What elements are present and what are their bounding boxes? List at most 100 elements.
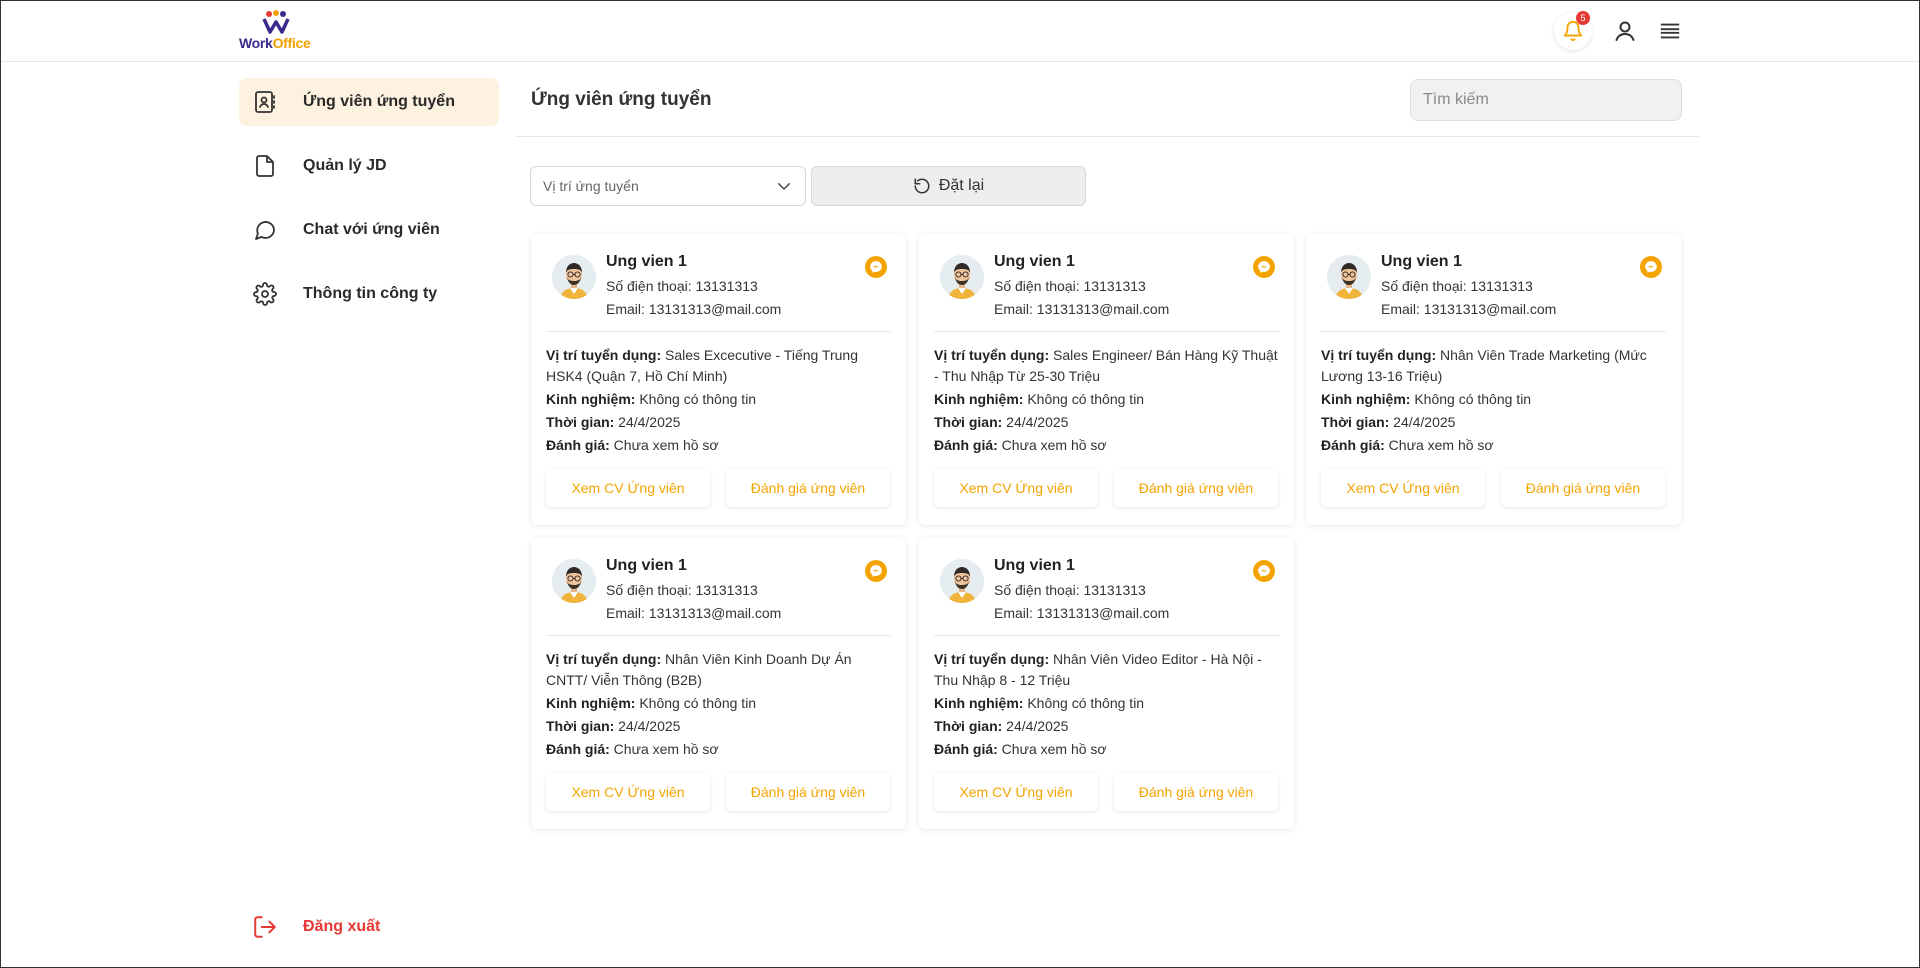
logo-mark-icon [262,10,290,34]
rate-candidate-button[interactable]: Đánh giá ứng viên [726,469,890,507]
chevron-down-icon [778,183,790,191]
candidate-phone-value: 13131313 [695,278,758,294]
notification-button[interactable]: 5 [1554,11,1592,50]
reset-label: Đặt lại [938,177,985,194]
sidebar-item-chat[interactable]: Chat với ứng viên [239,206,499,254]
person-avatar-icon [552,559,596,603]
time-row: Thời gian: 24/4/2025 [546,412,891,433]
phone-label: Số điện thoại: [1381,278,1467,294]
candidate-experience-value: Không có thông tin [639,391,757,407]
position-select-value: Vị trí ứng tuyển [543,178,639,194]
rating-label: Đánh giá: [546,437,610,453]
view-cv-button[interactable]: Xem CV Ứng viên [1321,469,1485,507]
candidate-email-value: 13131313@mail.com [648,301,782,317]
sidebar-item-label: Quản lý JD [303,157,387,174]
position-select[interactable]: Vị trí ứng tuyển [530,166,806,206]
rate-candidate-button[interactable]: Đánh giá ứng viên [1501,469,1665,507]
sidebar-item-applicants[interactable]: Ứng viên ứng tuyển [239,78,499,126]
experience-row: Kinh nghiệm: Không có thông tin [934,693,1279,714]
position-row: Vị trí tuyển dụng: Nhân Viên Kinh Doanh … [546,649,891,691]
messenger-button[interactable] [1253,256,1275,278]
candidate-time-value: 24/4/2025 [1006,414,1069,430]
rate-candidate-button[interactable]: Đánh giá ứng viên [726,773,890,811]
user-button[interactable] [1606,12,1644,50]
email-label: Email: [1381,301,1420,317]
phone-label: Số điện thoại: [994,278,1080,294]
sidebar-item-jd[interactable]: Quản lý JD [239,142,499,190]
candidate-name: Ung vien 1 [994,253,1075,270]
rate-candidate-button[interactable]: Đánh giá ứng viên [1114,469,1278,507]
menu-button[interactable] [1651,12,1689,50]
candidate-rating-value: Chưa xem hồ sơ [613,741,719,757]
candidate-email-value: 13131313@mail.com [648,605,782,621]
hamburger-menu-icon [1660,23,1680,39]
view-cv-button[interactable]: Xem CV Ứng viên [934,773,1098,811]
card-divider [934,635,1279,636]
candidate-details: Vị trí tuyển dụng: Nhân Viên Trade Marke… [1321,345,1666,458]
candidate-rating-value: Chưa xem hồ sơ [613,437,719,453]
messenger-button[interactable] [1253,560,1275,582]
candidate-phone-value: 13131313 [1083,582,1146,598]
sidebar-item-company-info[interactable]: Thông tin công ty [239,270,499,318]
reset-button[interactable]: Đặt lại [811,166,1086,206]
messenger-button[interactable] [865,560,887,582]
candidate-details: Vị trí tuyển dụng: Sales Engineer/ Bán H… [934,345,1279,458]
rating-row: Đánh giá: Chưa xem hồ sơ [546,739,891,760]
logout-icon [251,913,279,941]
candidate-phone-value: 13131313 [1470,278,1533,294]
rate-candidate-button[interactable]: Đánh giá ứng viên [1114,773,1278,811]
workoffice-logo[interactable]: WorkOffice [239,10,319,54]
divider [516,136,1699,137]
candidate-rating-value: Chưa xem hồ sơ [1388,437,1494,453]
rating-label: Đánh giá: [934,437,998,453]
rating-label: Đánh giá: [934,741,998,757]
candidate-name: Ung vien 1 [994,557,1075,574]
messenger-button[interactable] [865,256,887,278]
logout-label: Đăng xuất [303,918,381,935]
search-input[interactable] [1410,79,1682,121]
card-divider [934,331,1279,332]
candidate-email-value: 13131313@mail.com [1036,605,1170,621]
candidate-email: Email: 13131313@mail.com [606,301,781,317]
candidate-card: Ung vien 1 Số điện thoại: 13131313 Email… [919,234,1294,525]
person-avatar-icon [1327,255,1371,299]
candidate-email: Email: 13131313@mail.com [606,605,781,621]
rating-label: Đánh giá: [546,741,610,757]
candidate-email: Email: 13131313@mail.com [994,605,1169,621]
candidate-email: Email: 13131313@mail.com [1381,301,1556,317]
top-header: WorkOffice 5 [1,1,1919,62]
avatar [552,255,596,299]
candidate-phone: Số điện thoại: 13131313 [606,582,758,598]
messenger-icon [1258,261,1270,273]
experience-row: Kinh nghiệm: Không có thông tin [934,389,1279,410]
candidate-time-value: 24/4/2025 [618,414,681,430]
candidate-email-value: 13131313@mail.com [1423,301,1557,317]
experience-row: Kinh nghiệm: Không có thông tin [1321,389,1666,410]
candidate-experience-value: Không có thông tin [1414,391,1532,407]
candidate-rating-value: Chưa xem hồ sơ [1001,437,1107,453]
messenger-button[interactable] [1640,256,1662,278]
notification-badge: 5 [1576,11,1590,25]
messenger-icon [1258,565,1270,577]
candidate-phone: Số điện thoại: 13131313 [994,582,1146,598]
logo-text: WorkOffice [239,35,311,51]
sidebar-item-label: Chat với ứng viên [303,221,440,238]
view-cv-button[interactable]: Xem CV Ứng viên [546,469,710,507]
candidate-experience-value: Không có thông tin [639,695,757,711]
candidate-email: Email: 13131313@mail.com [994,301,1169,317]
card-divider [546,331,891,332]
logout-button[interactable]: Đăng xuất [251,913,380,941]
view-cv-button[interactable]: Xem CV Ứng viên [934,469,1098,507]
time-label: Thời gian: [546,414,615,430]
position-label: Vị trí tuyển dụng: [934,651,1050,667]
experience-row: Kinh nghiệm: Không có thông tin [546,693,891,714]
document-icon [251,152,279,180]
candidate-phone: Số điện thoại: 13131313 [994,278,1146,294]
candidate-name: Ung vien 1 [1381,253,1462,270]
position-row: Vị trí tuyển dụng: Sales Engineer/ Bán H… [934,345,1279,387]
view-cv-button[interactable]: Xem CV Ứng viên [546,773,710,811]
contact-book-icon [251,88,279,116]
card-divider [546,635,891,636]
sidebar-item-label: Thông tin công ty [303,285,438,302]
experience-label: Kinh nghiệm: [546,391,636,407]
